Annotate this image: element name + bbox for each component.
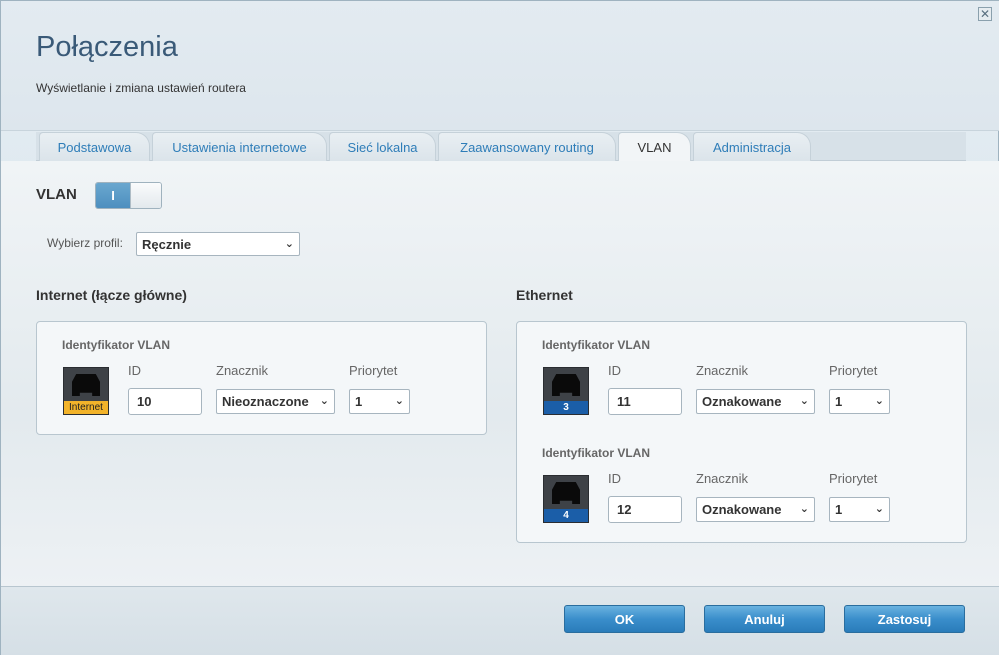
ethernet-panel-title: Identyfikator VLAN	[542, 338, 651, 352]
ethernet-section-title: Ethernet	[516, 287, 573, 303]
vlan-label: VLAN	[36, 186, 77, 203]
internet-tag-select[interactable]: Nieoznaczone ⌄	[216, 389, 335, 414]
tab-ustawienia-internetowe[interactable]: Ustawienia internetowe	[152, 132, 327, 161]
internet-port-label: Internet	[64, 401, 108, 414]
ethernet-panel-title: Identyfikator VLAN	[542, 446, 651, 460]
ethernet-id-label: ID	[608, 471, 621, 486]
chevron-down-icon: ⌄	[874, 394, 884, 407]
chevron-down-icon: ⌄	[394, 394, 404, 407]
ethernet-3-tag-value: Oznakowane	[702, 394, 782, 409]
internet-tag-label: Znacznik	[216, 363, 269, 378]
ethernet-id-label: ID	[608, 363, 621, 378]
toggle-knob	[130, 183, 161, 208]
ethernet-4-priority-value: 1	[835, 502, 843, 517]
ethernet-3-priority-select[interactable]: 1 ⌄	[829, 389, 890, 414]
chevron-down-icon: ⌄	[874, 502, 884, 515]
internet-tag-value: Nieoznaczone	[222, 394, 309, 409]
port-number-label: 3	[544, 401, 588, 414]
internet-priority-select[interactable]: 1 ⌄	[349, 389, 410, 414]
chevron-down-icon: ⌄	[799, 394, 809, 407]
page-subtitle: Wyświetlanie i zmiana ustawień routera	[36, 81, 246, 95]
toggle-on-indicator: I	[96, 183, 130, 208]
lan-port-4-icon: 4	[543, 475, 589, 523]
close-icon[interactable]: ✕	[978, 7, 992, 21]
ethernet-4-tag-value: Oznakowane	[702, 502, 782, 517]
tab-podstawowa[interactable]: Podstawowa	[39, 132, 150, 161]
profile-select-value: Ręcznie	[142, 236, 192, 252]
ethernet-priority-label: Priorytet	[829, 471, 878, 486]
ethernet-3-id-input[interactable]: 11	[608, 388, 682, 415]
ok-button[interactable]: OK	[564, 605, 685, 633]
lan-port-3-icon: 3	[543, 367, 589, 415]
ethernet-priority-label: Priorytet	[829, 363, 878, 378]
ethernet-jack-icon	[72, 374, 100, 396]
internet-section-title: Internet (łącze główne)	[36, 287, 187, 303]
apply-button[interactable]: Zastosuj	[844, 605, 965, 633]
internet-id-label: ID	[128, 363, 141, 378]
ethernet-4-tag-select[interactable]: Oznakowane ⌄	[696, 497, 815, 522]
internet-id-input[interactable]: 10	[128, 388, 202, 415]
ethernet-3-priority-value: 1	[835, 394, 843, 409]
tab-siec-lokalna[interactable]: Sieć lokalna	[329, 132, 436, 161]
page-title: Połączenia	[36, 31, 178, 63]
vlan-toggle[interactable]: I	[95, 182, 162, 209]
internet-vlan-panel: Identyfikator VLAN ID Znacznik Priorytet…	[36, 321, 487, 435]
ethernet-3-tag-select[interactable]: Oznakowane ⌄	[696, 389, 815, 414]
chevron-down-icon: ⌄	[284, 237, 294, 250]
ethernet-vlan-panel: Identyfikator VLAN ID Znacznik Priorytet…	[516, 321, 967, 543]
tab-administracja[interactable]: Administracja	[693, 132, 811, 161]
ethernet-jack-icon	[552, 482, 580, 504]
tab-vlan[interactable]: VLAN	[618, 132, 691, 161]
tab-zaawansowany-routing[interactable]: Zaawansowany routing	[438, 132, 616, 161]
cancel-button[interactable]: Anuluj	[704, 605, 825, 633]
profile-select[interactable]: Ręcznie ⌄	[136, 232, 300, 256]
dialog-window: ✕ Połączenia Wyświetlanie i zmiana ustaw…	[0, 0, 999, 655]
internet-priority-label: Priorytet	[349, 363, 398, 378]
profile-label: Wybierz profil:	[47, 236, 123, 250]
port-number-label: 4	[544, 509, 588, 522]
chevron-down-icon: ⌄	[319, 394, 329, 407]
ethernet-tag-label: Znacznik	[696, 471, 749, 486]
dialog-header: ✕ Połączenia Wyświetlanie i zmiana ustaw…	[1, 1, 999, 131]
ethernet-4-priority-select[interactable]: 1 ⌄	[829, 497, 890, 522]
tab-bar: Podstawowa Ustawienia internetowe Sieć l…	[36, 132, 966, 161]
internet-panel-title: Identyfikator VLAN	[62, 338, 171, 352]
ethernet-tag-label: Znacznik	[696, 363, 749, 378]
internet-priority-value: 1	[355, 394, 363, 409]
chevron-down-icon: ⌄	[799, 502, 809, 515]
ethernet-jack-icon	[552, 374, 580, 396]
ethernet-4-id-input[interactable]: 12	[608, 496, 682, 523]
internet-port-icon: Internet	[63, 367, 109, 415]
